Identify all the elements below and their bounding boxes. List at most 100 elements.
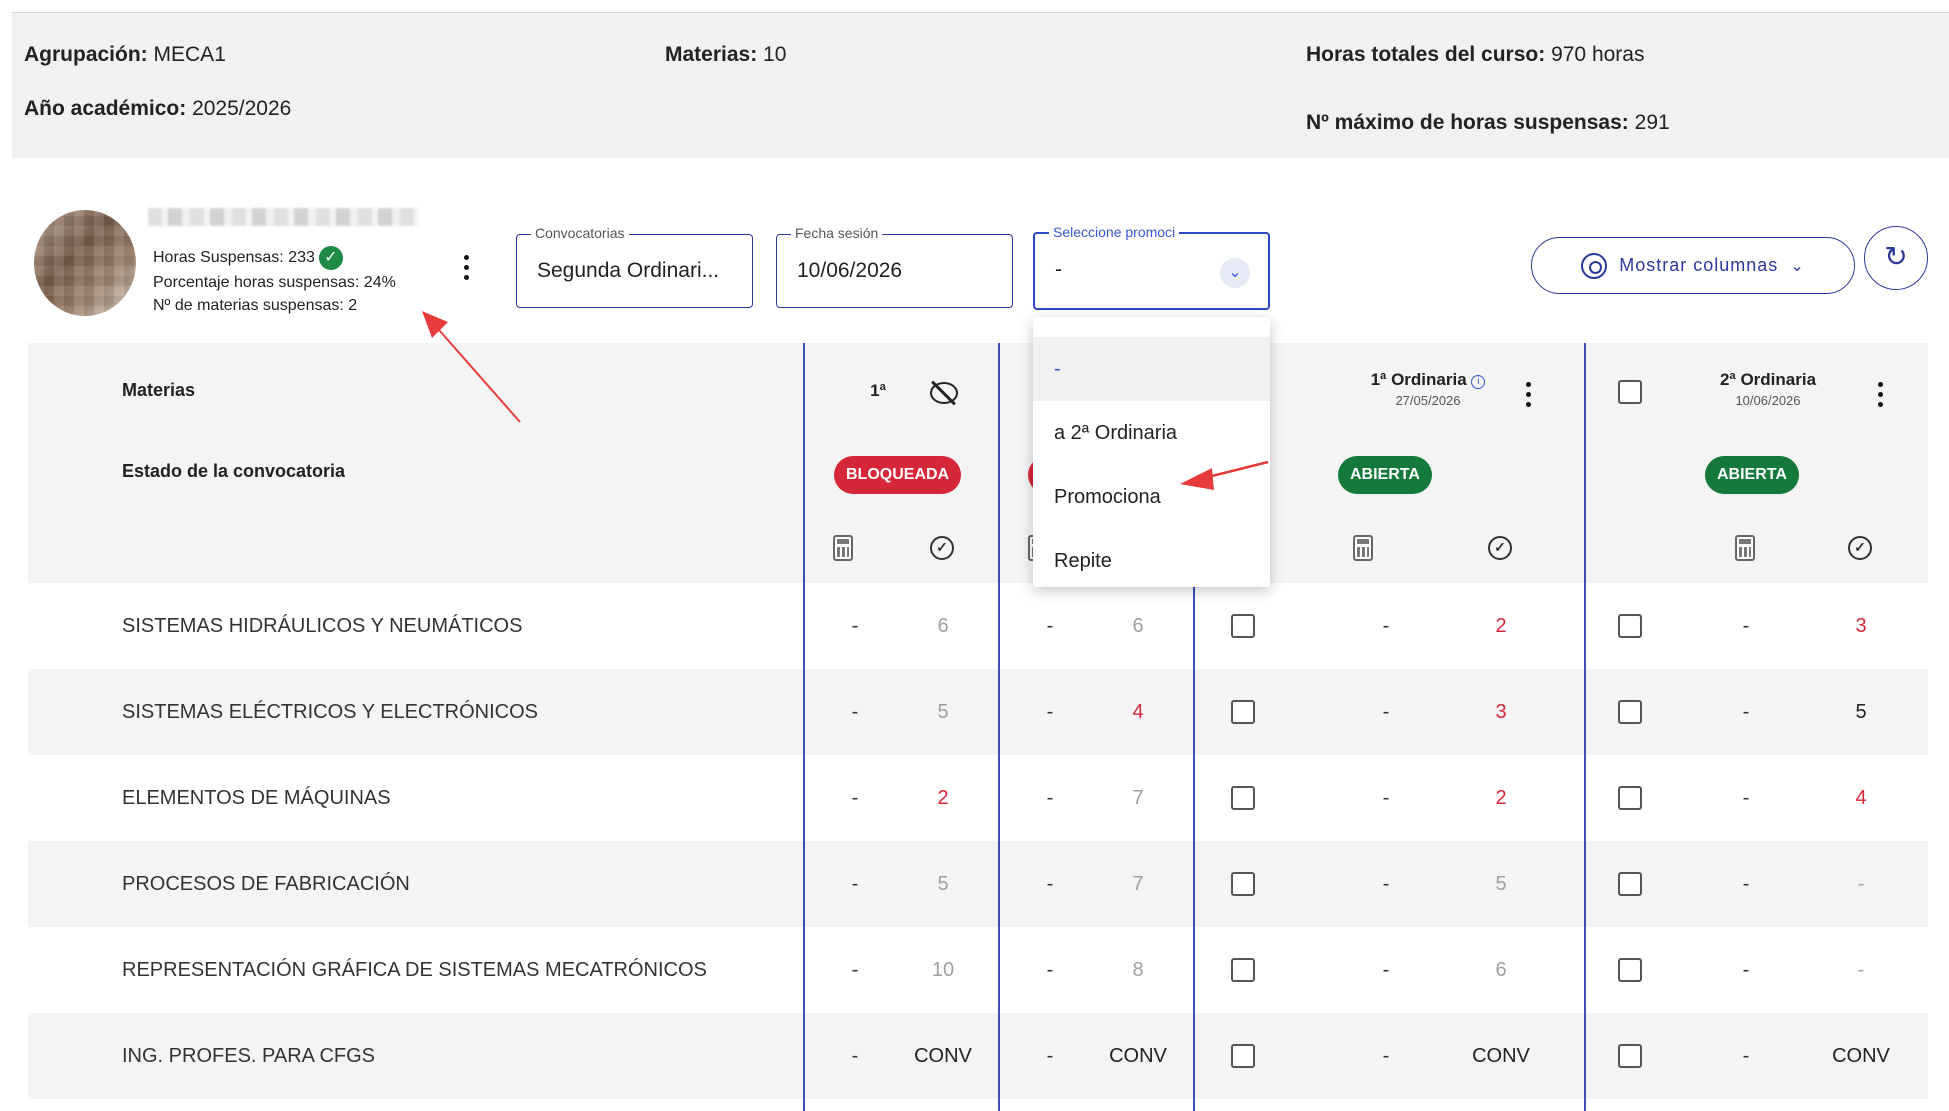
refresh-button[interactable]: ↻: [1864, 226, 1928, 290]
grade-dash: -: [851, 1045, 859, 1067]
mostrar-columnas-button[interactable]: Mostrar columnas ⌄: [1531, 237, 1855, 294]
row-checkbox[interactable]: [1618, 614, 1642, 638]
promocion-option[interactable]: a 2ª Ordinaria: [1033, 401, 1270, 465]
convocatorias-label: Convocatorias: [531, 225, 629, 241]
promocion-option[interactable]: Repite: [1033, 529, 1270, 593]
circle-check-icon[interactable]: ✓: [1488, 536, 1512, 560]
grade-cell: CONV: [914, 1045, 972, 1067]
promocion-option[interactable]: Promociona: [1033, 465, 1270, 529]
grade-dash: -: [1382, 615, 1390, 637]
course-info-panel: Agrupación: MECA1 Año académico: 2025/20…: [12, 12, 1949, 158]
grade-dash: -: [851, 873, 859, 895]
table-row: ING. PROFES. PARA CFGS - CONV - CONV - C…: [28, 1013, 1928, 1099]
student-avatar: [34, 210, 136, 316]
estado-header: Estado de la convocatoria: [122, 461, 346, 481]
grade-cell: 5: [1495, 873, 1507, 895]
column-divider: [1584, 343, 1586, 1111]
grade-dash: -: [1742, 787, 1750, 809]
row-checkbox[interactable]: [1618, 872, 1642, 896]
mostrar-columnas-label: Mostrar columnas: [1619, 255, 1779, 275]
column-divider: [998, 343, 1000, 1111]
subject-name: PROCESOS DE FABRICACIÓN: [122, 873, 410, 895]
horas-totales: Horas totales del curso: 970 horas: [1306, 43, 1645, 66]
row-checkbox[interactable]: [1231, 1044, 1255, 1068]
grade-cell: CONV: [1472, 1045, 1530, 1067]
calculator-icon[interactable]: [833, 535, 853, 561]
grade-dash: -: [1046, 701, 1054, 723]
grade-cell: CONV: [1832, 1045, 1890, 1067]
max-horas-suspensas: Nº máximo de horas suspensas: 291: [1306, 111, 1670, 134]
grade-dash: -: [851, 787, 859, 809]
info-icon[interactable]: i: [1471, 375, 1486, 389]
eye-off-icon[interactable]: [930, 382, 958, 404]
grade-cell: 5: [1855, 701, 1867, 723]
student-menu-kebab-icon[interactable]: [460, 252, 472, 282]
grade-dash: -: [1382, 1045, 1390, 1067]
anio-academico: Año académico: 2025/2026: [24, 97, 292, 120]
grade-cell: 4: [1855, 787, 1867, 809]
convocatorias-select[interactable]: Convocatorias Segunda Ordinari...: [516, 225, 753, 308]
col4-header: 2ª Ordinaria 10/06/2026: [1719, 370, 1817, 408]
table-row: REPRESENTACIÓN GRÁFICA DE SISTEMAS MECAT…: [28, 927, 1928, 1013]
row-checkbox[interactable]: [1231, 958, 1255, 982]
grade-cell: -: [1857, 873, 1865, 895]
eye-icon: [1581, 252, 1608, 279]
col3-menu-kebab-icon[interactable]: [1522, 379, 1534, 409]
status-badge-bloqueada: BLOQUEADA: [834, 456, 962, 494]
calculator-icon[interactable]: [1735, 535, 1755, 561]
materias-header: Materias: [122, 380, 196, 400]
subject-name: SISTEMAS HIDRÁULICOS Y NEUMÁTICOS: [122, 615, 523, 637]
grade-dash: -: [1742, 873, 1750, 895]
subject-name: ING. PROFES. PARA CFGS: [122, 1045, 376, 1067]
fecha-sesion-field[interactable]: Fecha sesión 10/06/2026: [776, 225, 1013, 308]
grade-dash: -: [1382, 701, 1390, 723]
grade-dash: -: [1046, 787, 1054, 809]
fecha-label: Fecha sesión: [791, 225, 883, 241]
materias-suspensas-stat: Nº de materias suspensas: 2: [153, 297, 358, 314]
col4-select-checkbox[interactable]: [1618, 380, 1642, 404]
grade-dash: -: [1742, 701, 1750, 723]
grade-cell: 5: [937, 701, 949, 723]
grade-dash: -: [1742, 1045, 1750, 1067]
row-checkbox[interactable]: [1231, 614, 1255, 638]
grade-cell: 3: [1855, 615, 1867, 637]
grade-cell: 6: [1495, 959, 1507, 981]
grade-dash: -: [1742, 959, 1750, 981]
check-circle-icon: ✓: [318, 246, 343, 270]
convocatorias-value: Segunda Ordinari...: [537, 259, 720, 282]
promocion-option[interactable]: -: [1033, 337, 1270, 401]
row-checkbox[interactable]: [1231, 700, 1255, 724]
col3-header: 1ª Ordinaria i 27/05/2026: [1328, 370, 1528, 408]
grade-cell: 10: [931, 959, 955, 981]
fecha-value: 10/06/2026: [797, 259, 903, 282]
table-row: SISTEMAS ELÉCTRICOS Y ELECTRÓNICOS - 5 -…: [28, 669, 1928, 755]
grades-table: Materias Estado de la convocatoria 1ª BL…: [28, 343, 1928, 1111]
circle-check-icon[interactable]: ✓: [930, 536, 954, 560]
promocion-select[interactable]: Seleccione promoci - ⌄: [1033, 224, 1270, 310]
grade-cell: 2: [1495, 615, 1507, 637]
col4-menu-kebab-icon[interactable]: [1874, 379, 1886, 409]
promocion-dropdown-menu: - a 2ª Ordinaria Promociona Repite: [1033, 317, 1270, 587]
grade-cell: 7: [1132, 873, 1144, 895]
column-divider: [803, 343, 805, 1111]
agrupacion: Agrupación: MECA1: [24, 43, 226, 66]
promocion-value: -: [1055, 258, 1062, 281]
grade-dash: -: [1382, 959, 1390, 981]
row-checkbox[interactable]: [1231, 872, 1255, 896]
annotation-arrow-head: [422, 311, 448, 338]
porcentaje-stat: Porcentaje horas suspensas: 24%: [153, 274, 396, 291]
row-checkbox[interactable]: [1618, 786, 1642, 810]
row-checkbox[interactable]: [1618, 1044, 1642, 1068]
subject-name: REPRESENTACIÓN GRÁFICA DE SISTEMAS MECAT…: [122, 959, 707, 981]
row-checkbox[interactable]: [1231, 786, 1255, 810]
promocion-label: Seleccione promoci: [1049, 224, 1180, 240]
grade-dash: -: [1046, 615, 1054, 637]
subject-name: SISTEMAS ELÉCTRICOS Y ELECTRÓNICOS: [122, 701, 539, 723]
grade-cell: 5: [937, 873, 949, 895]
grade-dash: -: [1742, 615, 1750, 637]
chevron-down-icon[interactable]: ⌄: [1220, 258, 1250, 288]
row-checkbox[interactable]: [1618, 700, 1642, 724]
row-checkbox[interactable]: [1618, 958, 1642, 982]
calculator-icon[interactable]: [1353, 535, 1373, 561]
circle-check-icon[interactable]: ✓: [1848, 536, 1872, 560]
